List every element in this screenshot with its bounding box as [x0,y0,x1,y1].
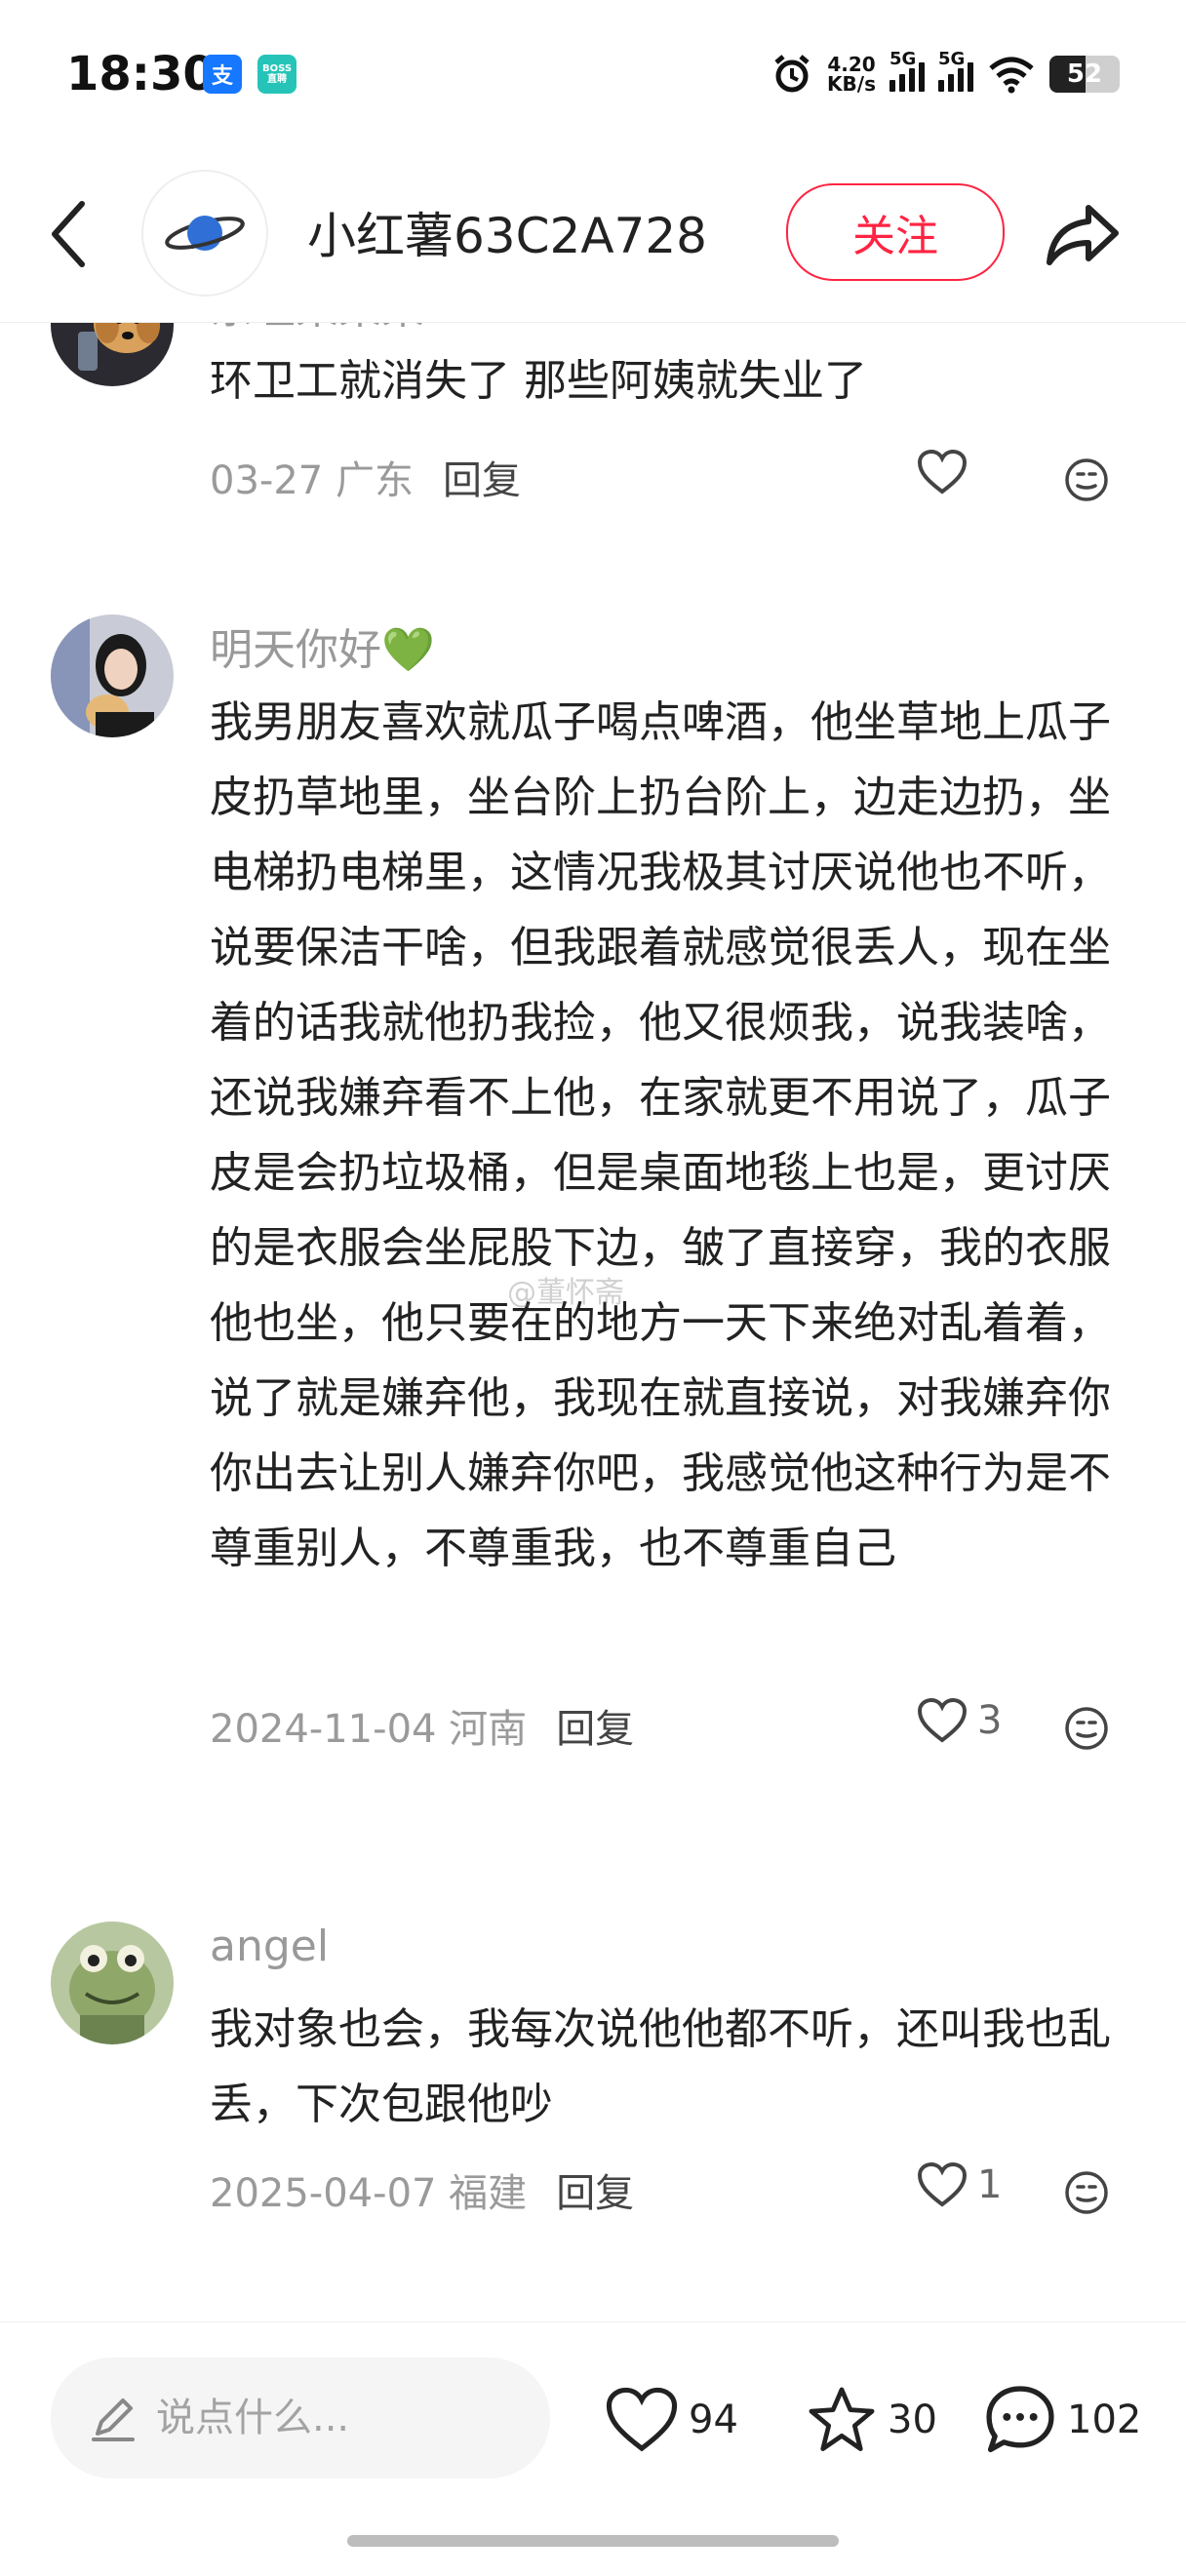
note-header: 小红薯63C2A728 关注 [0,146,1186,323]
alipay-icon: 支 [203,55,242,94]
net-speed-unit: KB/s [827,72,876,96]
note-comment-count: 102 [1067,2398,1142,2442]
comment-date-location: 03-27 广东 [210,458,414,503]
watermark-text: @董怀斋 [507,1276,624,1310]
follow-button[interactable]: 关注 [786,183,1005,281]
heart-icon [606,2387,678,2452]
home-indicator[interactable] [347,2535,839,2547]
commenter-avatar[interactable] [51,322,174,386]
emoji-reaction-icon[interactable] [1063,1705,1110,1752]
heart-icon [917,2161,968,2207]
note-comment-button[interactable]: 102 [983,2371,1141,2469]
wifi-icon [989,57,1034,94]
back-button[interactable] [39,195,98,273]
emoji-reaction-icon[interactable] [1063,2169,1110,2216]
author-name[interactable]: 小红薯63C2A728 [307,197,707,267]
status-indicators: 4.20 KB/s 5G 5G 52 [771,49,1120,98]
comment-meta: 03-27 广东 回复 [210,449,521,505]
note-like-count: 94 [689,2398,738,2442]
signal-2-label: 5G [938,49,966,69]
battery-level: 52 [1066,59,1103,89]
note-like-button[interactable]: 94 [605,2371,738,2469]
bottom-action-bar: 94 30 102 [0,2321,1186,2576]
comment-meta: 2025-04-07 福建 回复 [210,2161,634,2218]
commenter-avatar[interactable] [51,614,174,737]
star-icon [809,2387,875,2451]
reply-button[interactable]: 回复 [443,458,521,503]
commenter-name[interactable]: 东哇果果果 [210,322,424,336]
comment-date-location: 2024-11-04 河南 [210,1707,528,1752]
commenter-name[interactable]: angel [210,1922,329,1971]
planet-icon [165,216,245,251]
comment-input[interactable] [154,2395,529,2441]
comment-like-button[interactable]: 1 [917,2161,1002,2208]
reply-button[interactable]: 回复 [556,1707,634,1752]
comment-like-count: 3 [977,1698,1003,1743]
emoji-reaction-icon[interactable] [1063,456,1110,503]
reply-button[interactable]: 回复 [556,2171,634,2216]
author-avatar[interactable] [141,170,268,297]
comment-bubble-icon [986,2386,1054,2453]
comment-like-button[interactable]: 3 [917,1697,1002,1744]
net-speed: 4.20 KB/s [827,55,876,94]
dog-avatar-image [51,322,174,386]
comment-date-location: 2025-04-07 福建 [210,2171,528,2216]
note-collect-button[interactable]: 30 [806,2371,937,2469]
net-speed-value: 4.20 [827,53,876,76]
comment-like-count: 1 [977,2162,1003,2207]
boss-app-icon: BOSS 直聘 [257,55,296,94]
status-bar: 18:30 支 BOSS 直聘 4.20 KB/s 5G 5G 52 [0,0,1186,146]
share-button[interactable] [1042,193,1124,275]
alarm-icon [774,55,810,93]
frog-avatar-image [51,1922,174,2044]
comment-like-button[interactable] [917,449,977,495]
comment-text[interactable]: 我对象也会，我每次说他他都不听，还叫我也乱丢，下次包跟他吵 [210,1992,1127,2142]
signal-1-label: 5G [890,49,917,69]
comment-meta: 2024-11-04 河南 回复 [210,1697,634,1754]
commenter-avatar[interactable] [51,1922,174,2044]
comment-text[interactable]: 环卫工就消失了 那些阿姨就失业了 [210,343,1127,418]
signal-1-icon: 5G [890,49,925,92]
chevron-left-icon [52,201,85,267]
battery-icon: 52 [1049,56,1120,93]
heart-icon [917,1697,968,1743]
pen-icon [92,2398,135,2441]
girl-avatar-image [51,614,174,737]
share-icon [1047,205,1119,265]
heart-icon [917,449,968,495]
comment-list: 东哇果果果 环卫工就消失了 那些阿姨就失业了 03-27 广东回复 [0,322,1186,2321]
comment-text[interactable]: 我男朋友喜欢就瓜子喝点啤酒，他坐草地上瓜子皮扔草地里，坐台阶上扔台阶上，边走边扔… [210,685,1127,1586]
comment-input-box[interactable] [51,2358,550,2478]
note-collect-count: 30 [888,2398,937,2442]
commenter-name[interactable]: 明天你好💚 [210,614,435,677]
signal-2-icon: 5G [938,49,973,92]
status-time: 18:30 [66,47,216,101]
